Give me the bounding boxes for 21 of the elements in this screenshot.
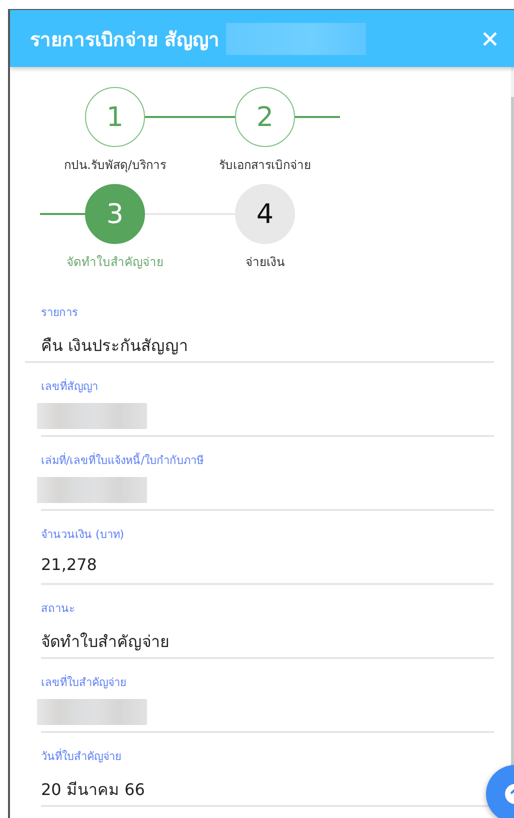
field-value: คืน เงินประกันสัญญา xyxy=(41,335,190,357)
step-label: จัดทำใบสำคัญจ่าย xyxy=(66,254,164,271)
field-label: เลขที่ใบสำคัญจ่าย xyxy=(41,674,127,691)
field-value: 20 มีนาคม 66 xyxy=(41,779,146,801)
close-icon xyxy=(482,30,498,46)
field-label: เล่มที่/เลขที่ใบแจ้งหนี้/ใบกำกับภาษี xyxy=(41,452,204,469)
step-circle: 1 xyxy=(85,87,145,147)
field-label: รายการ xyxy=(41,305,79,321)
field-value: จัดทำใบสำคัญจ่าย xyxy=(41,631,170,653)
field-label: สถานะ xyxy=(41,601,76,617)
field-label: วันที่ใบสำคัญจ่าย xyxy=(41,748,122,765)
step-circle: 4 xyxy=(235,184,295,244)
window-title: รายการเบิกจ่าย สัญญา xyxy=(30,28,220,52)
step-circle: 2 xyxy=(235,87,295,147)
step-circle: 3 xyxy=(85,184,145,244)
step-label: กปน.รับพัสดุ/บริการ xyxy=(64,157,166,174)
field-label: จำนวนเงิน (บาท) xyxy=(41,527,126,543)
field-label: เลขที่สัญญา xyxy=(41,378,99,395)
step-label: รับเอกสารเบิกจ่าย xyxy=(219,157,311,174)
step-label: จ่ายเงิน xyxy=(246,254,284,271)
field-value: 21,278 xyxy=(41,555,98,574)
